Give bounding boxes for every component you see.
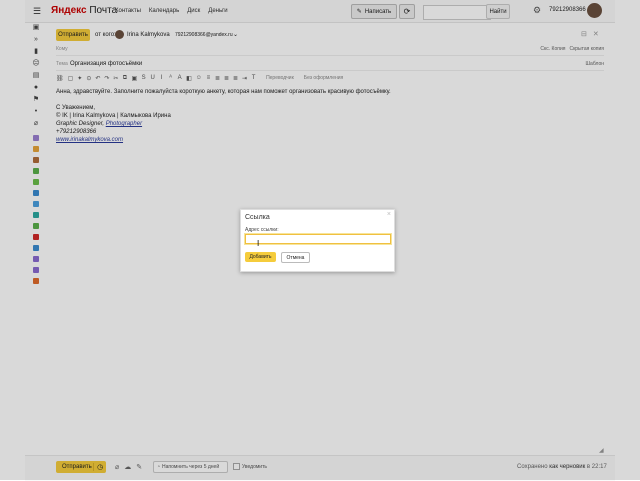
close-icon[interactable]: × bbox=[387, 211, 391, 218]
link-address-input[interactable] bbox=[245, 234, 391, 244]
text-cursor-icon: I bbox=[257, 239, 260, 248]
dialog-title: Ссылка bbox=[245, 214, 270, 221]
cancel-button[interactable]: Отмена bbox=[281, 252, 310, 263]
add-button[interactable]: Добавить bbox=[245, 252, 276, 262]
address-label: Адрес ссылки: bbox=[245, 227, 279, 233]
link-dialog: Ссылка × Адрес ссылки: Добавить Отмена bbox=[240, 209, 395, 272]
